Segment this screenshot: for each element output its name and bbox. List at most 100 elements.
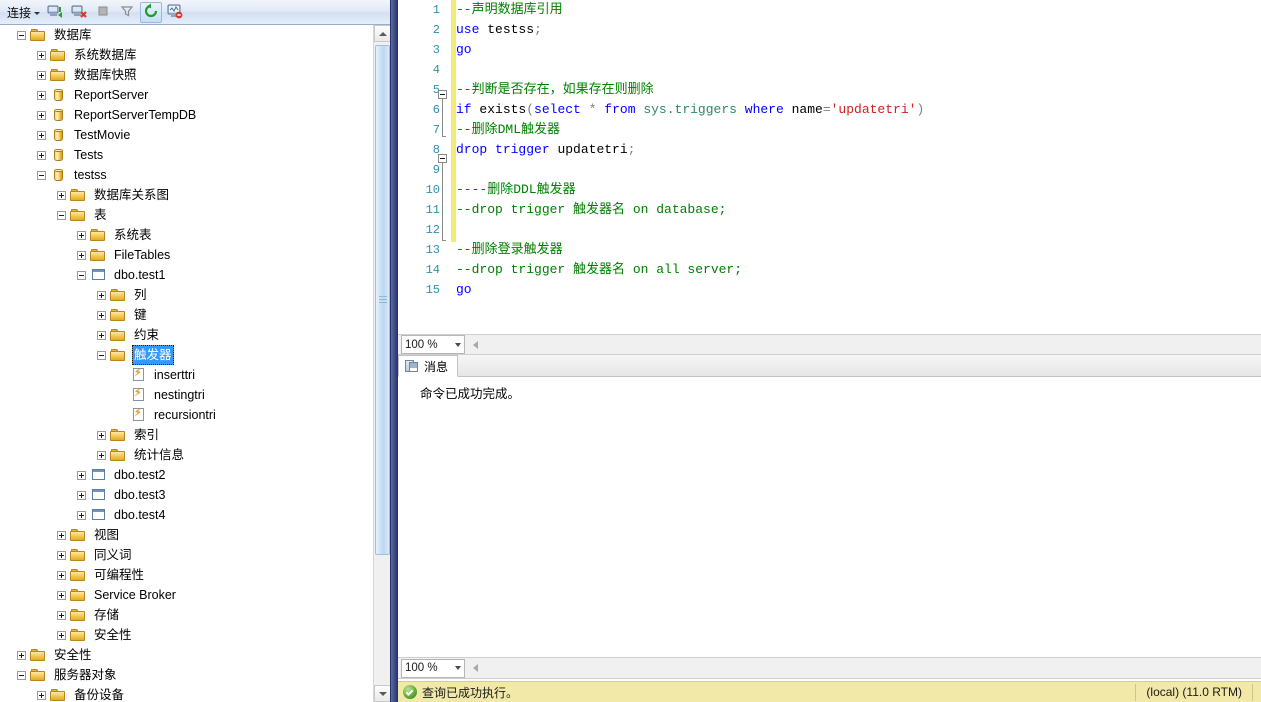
expand-icon[interactable] bbox=[57, 190, 66, 200]
tree-item[interactable]: 视图 bbox=[0, 525, 390, 545]
object-explorer-vertical-scrollbar[interactable] bbox=[373, 25, 391, 702]
expand-icon[interactable] bbox=[77, 510, 86, 520]
scroll-up-arrow-icon[interactable] bbox=[374, 25, 391, 42]
tree-item[interactable]: ReportServerTempDB bbox=[0, 105, 390, 125]
tree-item[interactable]: TestMovie bbox=[0, 125, 390, 145]
scroll-left-arrow-icon[interactable] bbox=[473, 340, 478, 349]
code-line[interactable]: if exists(select * from sys.triggers whe… bbox=[456, 100, 1261, 120]
disconnect-object-explorer-button[interactable] bbox=[68, 2, 90, 23]
code-text-area[interactable]: --声明数据库引用 use testss; go --判断是否存在，如果存在则删除 if… bbox=[456, 0, 1261, 334]
expand-icon[interactable] bbox=[57, 570, 66, 580]
tree-item[interactable]: 列 bbox=[0, 285, 390, 305]
results-zoom-select[interactable]: 100 % bbox=[401, 658, 465, 678]
tree-item[interactable]: 服务器对象 bbox=[0, 665, 390, 685]
tree-item[interactable]: FileTables bbox=[0, 245, 390, 265]
sql-editor[interactable]: 1 2 3 4 5 6 7 8 9 10 11 12 13 14 15 --声明数据库引用 use tests… bbox=[398, 0, 1261, 334]
fold-toggle-icon[interactable] bbox=[438, 154, 447, 163]
expand-icon[interactable] bbox=[97, 330, 106, 340]
expand-icon[interactable] bbox=[37, 90, 46, 100]
expand-icon[interactable] bbox=[37, 70, 46, 80]
code-line[interactable] bbox=[456, 220, 1261, 240]
tree-item[interactable]: dbo.test3 bbox=[0, 485, 390, 505]
tree-item[interactable]: 数据库快照 bbox=[0, 65, 390, 85]
collapse-icon[interactable] bbox=[57, 210, 66, 220]
connect-object-explorer-button[interactable] bbox=[44, 2, 66, 23]
code-line[interactable]: --删除DML触发器 bbox=[456, 120, 1261, 140]
pane-splitter[interactable] bbox=[390, 0, 398, 702]
fold-toggle-icon[interactable] bbox=[438, 90, 447, 99]
tree-item[interactable]: 存储 bbox=[0, 605, 390, 625]
tree-item[interactable]: 系统表 bbox=[0, 225, 390, 245]
code-line[interactable]: use testss; bbox=[456, 20, 1261, 40]
code-line[interactable]: --drop trigger 触发器名 on all server; bbox=[456, 260, 1261, 280]
expand-icon[interactable] bbox=[97, 450, 106, 460]
tree-item[interactable]: 数据库 bbox=[0, 25, 390, 45]
expand-icon[interactable] bbox=[97, 290, 106, 300]
code-line[interactable]: go bbox=[456, 280, 1261, 300]
tree-item[interactable]: nestingtri bbox=[0, 385, 390, 405]
tree-item[interactable]: 表 bbox=[0, 205, 390, 225]
object-explorer-tree[interactable]: 数据库 系统数据库 数据库快照 ReportServer ReportServerTem… bbox=[0, 25, 390, 702]
tree-item[interactable]: dbo.test2 bbox=[0, 465, 390, 485]
code-line[interactable] bbox=[456, 160, 1261, 180]
code-line[interactable]: go bbox=[456, 40, 1261, 60]
expand-icon[interactable] bbox=[77, 230, 86, 240]
tree-item[interactable]: 安全性 bbox=[0, 625, 390, 645]
tree-item[interactable]: 约束 bbox=[0, 325, 390, 345]
tree-item[interactable]: 统计信息 bbox=[0, 445, 390, 465]
editor-zoom-select[interactable]: 100 % bbox=[401, 335, 465, 354]
activity-monitor-button[interactable] bbox=[164, 2, 186, 23]
tree-item[interactable]: Tests bbox=[0, 145, 390, 165]
collapse-icon[interactable] bbox=[17, 30, 26, 40]
collapse-icon[interactable] bbox=[97, 350, 106, 360]
tree-item[interactable]: 安全性 bbox=[0, 645, 390, 665]
expand-icon[interactable] bbox=[37, 110, 46, 120]
code-line[interactable]: --判断是否存在，如果存在则删除 bbox=[456, 80, 1261, 100]
expand-icon[interactable] bbox=[57, 630, 66, 640]
tree-item[interactable]: dbo.test1 bbox=[0, 265, 390, 285]
expand-icon[interactable] bbox=[57, 530, 66, 540]
code-line[interactable]: --删除登录触发器 bbox=[456, 240, 1261, 260]
collapse-icon[interactable] bbox=[77, 270, 86, 280]
expand-icon[interactable] bbox=[97, 310, 106, 320]
code-line[interactable] bbox=[456, 60, 1261, 80]
tree-item[interactable]: 备份设备 bbox=[0, 685, 390, 702]
collapse-icon[interactable] bbox=[17, 670, 26, 680]
collapse-icon[interactable] bbox=[37, 170, 46, 180]
expand-icon[interactable] bbox=[37, 130, 46, 140]
tree-item[interactable]: dbo.test4 bbox=[0, 505, 390, 525]
code-line[interactable]: drop trigger updatetri; bbox=[456, 140, 1261, 160]
stop-button[interactable] bbox=[92, 2, 114, 23]
code-line[interactable]: ----删除DDL触发器 bbox=[456, 180, 1261, 200]
tree-item[interactable]: 同义词 bbox=[0, 545, 390, 565]
tab-messages[interactable]: 消息 bbox=[398, 355, 459, 377]
tree-item[interactable]: 触发器 bbox=[0, 345, 390, 365]
scrollbar-thumb[interactable] bbox=[375, 45, 390, 555]
connect-button[interactable]: 连接 bbox=[4, 2, 43, 23]
expand-icon[interactable] bbox=[97, 430, 106, 440]
tree-item[interactable]: recursiontri bbox=[0, 405, 390, 425]
tree-item[interactable]: inserttri bbox=[0, 365, 390, 385]
expand-icon[interactable] bbox=[77, 490, 86, 500]
tree-item[interactable]: 索引 bbox=[0, 425, 390, 445]
tree-item[interactable]: 系统数据库 bbox=[0, 45, 390, 65]
code-line[interactable]: --drop trigger 触发器名 on database; bbox=[456, 200, 1261, 220]
expand-icon[interactable] bbox=[37, 690, 46, 700]
expand-icon[interactable] bbox=[57, 550, 66, 560]
expand-icon[interactable] bbox=[57, 610, 66, 620]
expand-icon[interactable] bbox=[57, 590, 66, 600]
expand-icon[interactable] bbox=[77, 250, 86, 260]
tree-item[interactable]: 数据库关系图 bbox=[0, 185, 390, 205]
expand-icon[interactable] bbox=[37, 150, 46, 160]
expand-icon[interactable] bbox=[17, 650, 26, 660]
filter-button[interactable] bbox=[116, 2, 138, 23]
expand-icon[interactable] bbox=[77, 470, 86, 480]
scroll-down-arrow-icon[interactable] bbox=[374, 685, 391, 702]
expand-icon[interactable] bbox=[37, 50, 46, 60]
code-line[interactable]: --声明数据库引用 bbox=[456, 0, 1261, 20]
refresh-button[interactable] bbox=[140, 1, 163, 23]
tree-item[interactable]: ReportServer bbox=[0, 85, 390, 105]
tree-item[interactable]: 可编程性 bbox=[0, 565, 390, 585]
tree-item[interactable]: 键 bbox=[0, 305, 390, 325]
tree-item[interactable]: testss bbox=[0, 165, 390, 185]
